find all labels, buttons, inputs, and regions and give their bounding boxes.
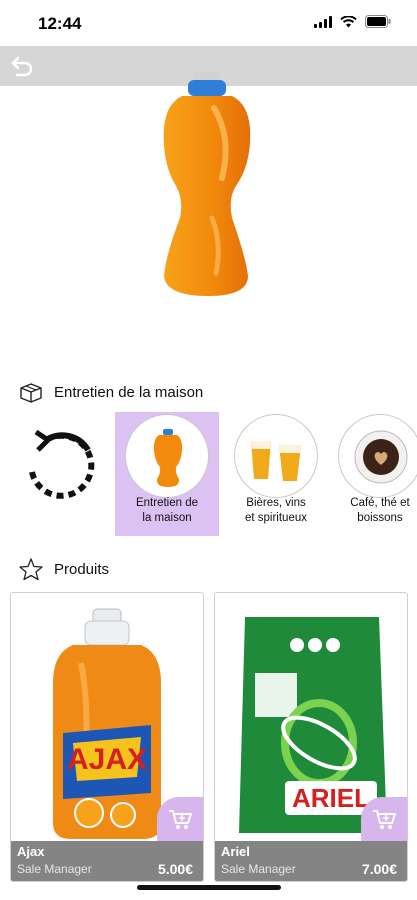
beer-glasses-icon bbox=[251, 441, 301, 481]
battery-icon bbox=[365, 15, 391, 28]
status-time: 12:44 bbox=[38, 14, 82, 33]
box-icon bbox=[20, 383, 42, 403]
category-thumbnail bbox=[125, 414, 209, 498]
back-button[interactable] bbox=[10, 54, 36, 78]
coffee-cup-icon bbox=[354, 430, 408, 484]
category-thumbnail bbox=[234, 414, 318, 498]
add-to-cart-icon bbox=[169, 810, 192, 829]
status-bar: 12:44 bbox=[0, 0, 417, 46]
detergent-bottle-icon bbox=[153, 429, 183, 487]
hero-image bbox=[0, 72, 417, 368]
refresh-icon bbox=[29, 429, 95, 499]
category-section-title: Entretien de la maison bbox=[54, 383, 204, 401]
product-subtitle: Sale Manager bbox=[221, 862, 296, 876]
add-to-cart-button[interactable] bbox=[157, 797, 203, 841]
detergent-bottle-image bbox=[163, 72, 251, 296]
product-card-ajax[interactable]: AJAX Ajax Sale Manager 5.00€ bbox=[10, 592, 204, 882]
product-name: Ajax bbox=[17, 844, 45, 859]
category-item-cafe[interactable]: Café, thé et boissons bbox=[328, 412, 417, 536]
category-item-bieres[interactable]: Bières, vins et spiritueux bbox=[224, 412, 328, 536]
signal-icon bbox=[314, 15, 332, 28]
home-indicator bbox=[137, 885, 281, 890]
product-card-ariel[interactable]: ARIEL Ariel Sale Manager 7.00€ bbox=[214, 592, 408, 882]
back-arrow-icon bbox=[11, 56, 33, 77]
product-list: AJAX Ajax Sale Manager 5.00€ ARIEL Ariel… bbox=[10, 592, 408, 882]
svg-text:ARIEL: ARIEL bbox=[292, 783, 370, 813]
product-info-bar: Ajax Sale Manager 5.00€ bbox=[11, 841, 203, 881]
product-price: 7.00€ bbox=[361, 861, 397, 877]
add-to-cart-button[interactable] bbox=[361, 797, 407, 841]
category-label: Entretien de la maison bbox=[135, 497, 198, 524]
wifi-icon bbox=[340, 15, 357, 27]
add-to-cart-icon bbox=[373, 810, 396, 829]
star-icon bbox=[19, 558, 43, 581]
category-list: Entretien de la maison Bières, vins et s… bbox=[0, 412, 417, 540]
products-section-header: Produits bbox=[18, 557, 109, 581]
product-info-bar: Ariel Sale Manager 7.00€ bbox=[215, 841, 407, 881]
refresh-button[interactable] bbox=[22, 426, 100, 504]
products-section-title: Produits bbox=[54, 560, 110, 578]
product-price: 5.00€ bbox=[157, 861, 193, 877]
category-label: Café, thé et boissons bbox=[350, 497, 410, 524]
category-section-header: Entretien de la maison bbox=[18, 380, 203, 404]
product-name: Ariel bbox=[221, 844, 250, 859]
product-subtitle: Sale Manager bbox=[17, 862, 92, 876]
category-label: Bières, vins et spiritueux bbox=[244, 497, 307, 524]
svg-text:AJAX: AJAX bbox=[67, 743, 147, 776]
category-item-entretien[interactable]: Entretien de la maison bbox=[115, 412, 219, 536]
status-icons bbox=[314, 15, 391, 28]
category-thumbnail bbox=[338, 414, 417, 498]
